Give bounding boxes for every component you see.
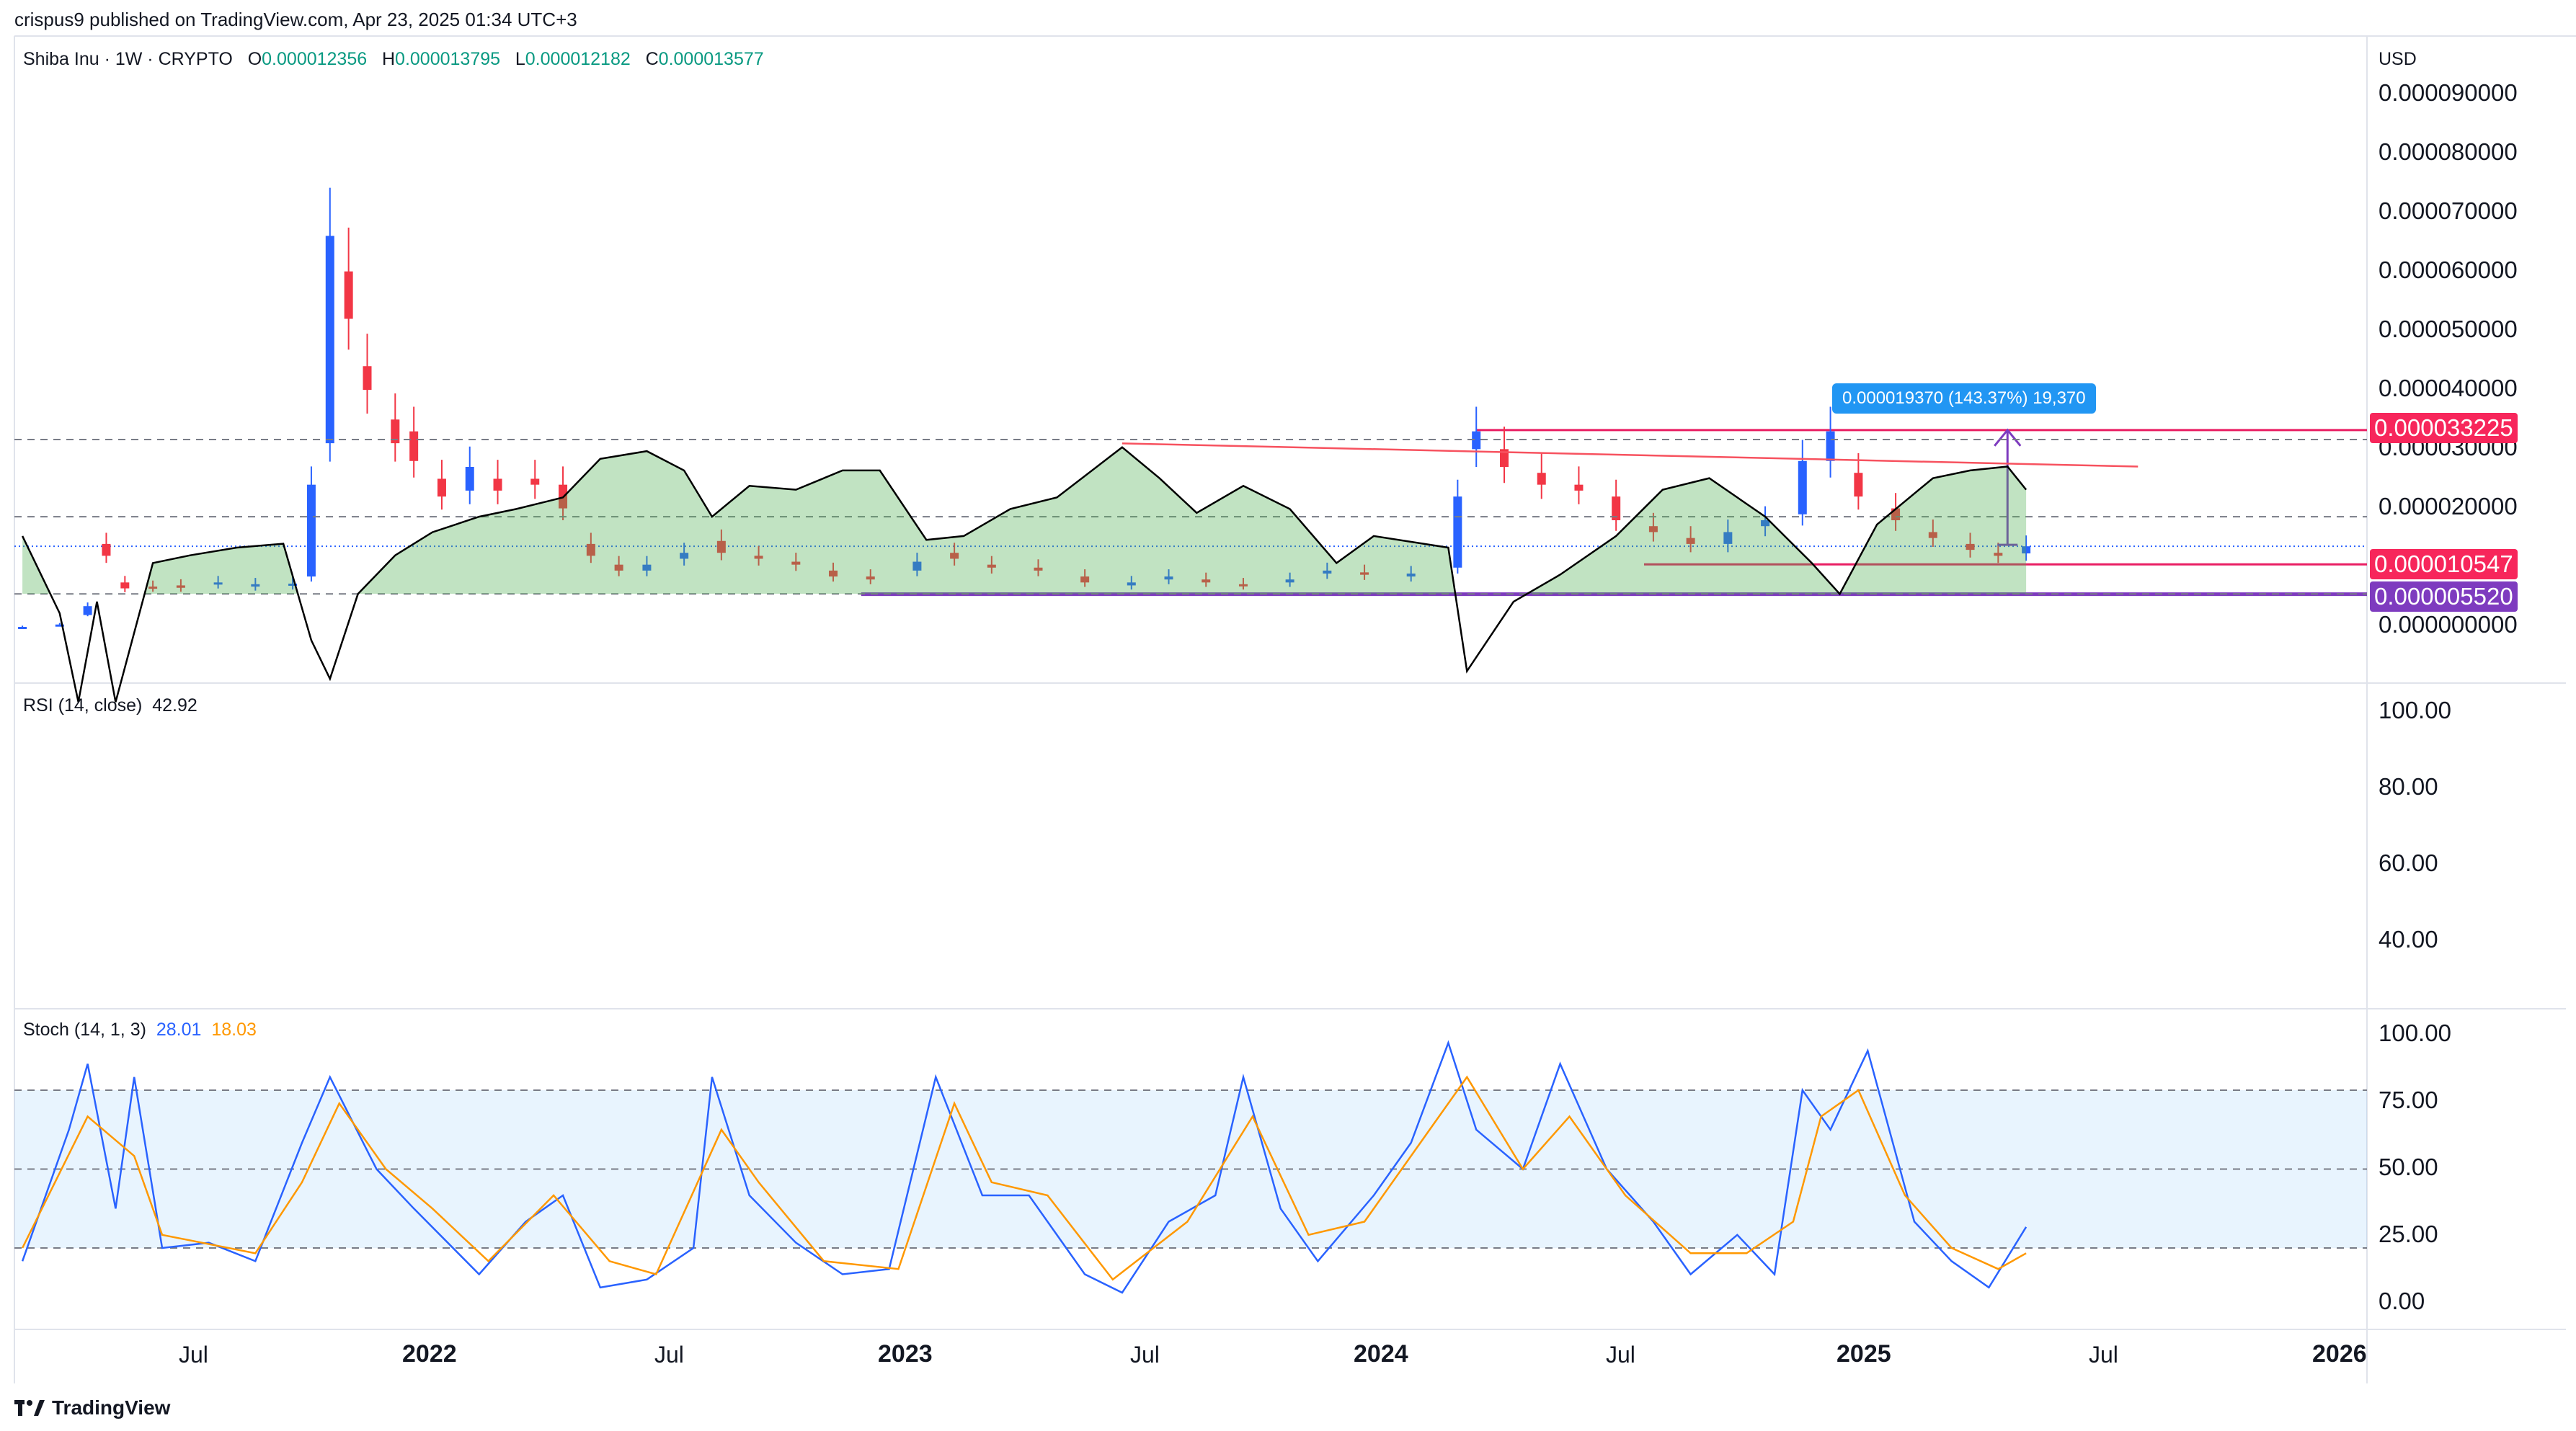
time-label-jul-2022: Jul [654, 1342, 684, 1368]
candle-body [1798, 460, 1807, 514]
stoch-tick-25: 25.00 [2379, 1221, 2438, 1247]
stoch-d-value: 18.03 [211, 1020, 257, 1040]
time-label-2022: 2022 [402, 1340, 457, 1368]
candle-body [306, 484, 316, 577]
price-tick-50000: 0.000050000 [2379, 316, 2518, 342]
candle-body [409, 431, 419, 461]
price-tick-80000: 0.000080000 [2379, 138, 2518, 165]
candle-body [437, 478, 446, 497]
candle-body [1574, 484, 1584, 491]
rsi-tick-80: 80.00 [2379, 773, 2438, 800]
current-level-tag: 0.000010547 [2370, 549, 2518, 579]
candle-body [1537, 473, 1546, 485]
price-tick-90000: 0.000090000 [2379, 79, 2518, 106]
candle-body [363, 366, 372, 391]
time-label-jul-2023: Jul [1130, 1342, 1160, 1368]
stoch-legend[interactable]: Stoch (14, 1, 3) 28.01 18.03 [23, 1020, 257, 1040]
candle-body [1826, 431, 1835, 461]
rsi-value: 42.92 [152, 695, 197, 716]
price-tick-40000: 0.000040000 [2379, 375, 2518, 401]
stoch-pane [14, 1040, 2367, 1294]
lower-level-tag: 0.000005520 [2370, 581, 2518, 612]
tradingview-logo-icon [14, 1400, 45, 1416]
candle-body [530, 478, 540, 485]
price-tick-0: 0.000000000 [2379, 611, 2518, 638]
candle-body [493, 478, 502, 491]
footer-brand-text: TradingView [52, 1396, 171, 1419]
candle-body [325, 236, 334, 444]
measure-label[interactable]: 0.000019370 (143.37%) 19,370 [1832, 383, 2096, 414]
candle-body [102, 543, 111, 556]
rsi-tick-40: 40.00 [2379, 926, 2438, 953]
candle-body [1854, 473, 1863, 497]
candle-body [18, 627, 27, 629]
rsi-legend[interactable]: RSI (14, close) 42.92 [23, 695, 197, 716]
price-tick-20000: 0.000020000 [2379, 493, 2518, 520]
rsi-tick-60: 60.00 [2379, 850, 2438, 876]
price-tick-60000: 0.000060000 [2379, 257, 2518, 283]
time-label-2023: 2023 [878, 1340, 933, 1368]
time-label-2025: 2025 [1836, 1340, 1891, 1368]
time-label-2024: 2024 [1354, 1340, 1408, 1368]
stoch-tick-50: 50.00 [2379, 1154, 2438, 1180]
price-tick-70000: 0.000070000 [2379, 197, 2518, 224]
time-label-jul-2021: Jul [179, 1342, 208, 1368]
time-label-2026: 2026 [2312, 1340, 2367, 1368]
chart-canvas[interactable] [0, 0, 2576, 1431]
rsi-tick-100: 100.00 [2379, 697, 2451, 723]
time-label-jul-2024: Jul [1606, 1342, 1635, 1368]
stoch-tick-75: 75.00 [2379, 1087, 2438, 1113]
candle-body [120, 582, 130, 589]
stoch-k-value: 28.01 [156, 1020, 202, 1040]
stoch-tick-0: 0.00 [2379, 1288, 2425, 1314]
candle-body [1453, 496, 1462, 568]
rsi-label: RSI (14, close) [23, 695, 143, 716]
rsi-trendline [1122, 442, 2138, 468]
upper-level-tag: 0.000033225 [2370, 413, 2518, 443]
stoch-label: Stoch (14, 1, 3) [23, 1020, 146, 1040]
time-label-jul-2025: Jul [2089, 1342, 2118, 1368]
footer-brand[interactable]: TradingView [14, 1396, 170, 1419]
stoch-tick-100: 100.00 [2379, 1020, 2451, 1046]
candle-body [465, 467, 474, 491]
candle-body [344, 271, 353, 319]
rsi-pane [14, 439, 2367, 703]
candle-body [83, 606, 92, 615]
